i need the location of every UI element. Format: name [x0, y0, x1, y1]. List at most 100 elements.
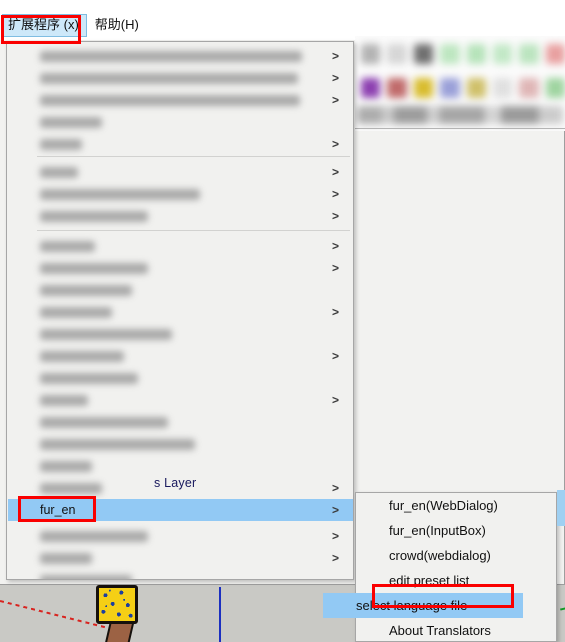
toolbar-icon[interactable]: [361, 78, 381, 98]
menu-item-label-redacted: [40, 531, 148, 542]
menu-item[interactable]: >: [8, 45, 353, 67]
menu-item-label-redacted: [40, 51, 302, 62]
chevron-right-icon: >: [331, 529, 339, 543]
chevron-right-icon: >: [331, 137, 339, 151]
menu-item-label-redacted: [40, 139, 82, 150]
menu-item[interactable]: >: [8, 161, 353, 183]
menu-item[interactable]: >: [8, 477, 353, 499]
menu-item-label-redacted: [40, 263, 148, 274]
menu-item[interactable]: >: [8, 525, 353, 547]
toolbar-row-2[interactable]: [355, 74, 565, 102]
menu-item-label-redacted: [40, 373, 138, 384]
menubar-item-extensions[interactable]: 扩展程序 (x): [2, 14, 87, 37]
chevron-right-icon: >: [331, 209, 339, 223]
extensions-dropdown-menu[interactable]: s Layer > > > > > > > > > > > > > fur_en > > >: [6, 41, 354, 580]
toolbar-icon[interactable]: [387, 44, 407, 64]
menu-item-label-redacted: [40, 307, 112, 318]
toolbar-strip[interactable]: [355, 36, 565, 131]
chevron-right-icon: >: [331, 165, 339, 179]
toolbar-separator: [355, 128, 565, 129]
menu-separator: [37, 230, 350, 231]
menu-item-label-redacted: [40, 553, 92, 564]
submenu-item-label: fur_en(InputBox): [389, 523, 486, 538]
menu-item[interactable]: >: [8, 345, 353, 367]
toolbar-icon[interactable]: [440, 44, 460, 64]
menu-item-label-redacted: [40, 329, 172, 340]
menu-item[interactable]: >: [8, 235, 353, 257]
chevron-right-icon: >: [331, 239, 339, 253]
toolbar-icon[interactable]: [413, 78, 434, 98]
toolbar-icon[interactable]: [492, 44, 513, 64]
menu-item[interactable]: [8, 279, 353, 301]
menu-item[interactable]: [8, 367, 353, 389]
toolbar-icon[interactable]: [387, 78, 407, 98]
menu-item-label-redacted: [40, 73, 298, 84]
menu-item-label-redacted: [40, 395, 88, 406]
toolbar-icon[interactable]: [545, 44, 565, 64]
toolbar-row-1[interactable]: [355, 40, 565, 68]
axis-blue-line: [219, 587, 221, 642]
menu-item[interactable]: >: [8, 133, 353, 155]
menu-item-label-redacted: [40, 439, 195, 450]
menu-item[interactable]: >: [8, 205, 353, 227]
chevron-right-icon: >: [331, 93, 339, 107]
toolbar-icon[interactable]: [466, 44, 486, 64]
menu-item-label-redacted: [40, 189, 200, 200]
screen: 扩展程序 (x) 帮助(H) s Layer > > > > > > > > > > > > > fur_…: [0, 0, 565, 642]
menu-item[interactable]: [8, 455, 353, 477]
submenu-item-label: About Translators: [389, 623, 491, 638]
menu-item-label-redacted: [40, 117, 102, 128]
submenu-item-fur-en-inputbox[interactable]: fur_en(InputBox): [356, 518, 556, 543]
menu-item-label-redacted: [40, 351, 124, 362]
chevron-right-icon: >: [331, 305, 339, 319]
menu-item-label-redacted: [40, 461, 92, 472]
submenu-item-label: select language file: [356, 598, 468, 613]
viewport-scrollbar-thumb[interactable]: [557, 490, 565, 526]
menu-item[interactable]: [8, 569, 353, 579]
menubar-item-help[interactable]: 帮助(H): [89, 14, 147, 37]
submenu-item-crowd-webdialog[interactable]: crowd(webdialog): [356, 543, 556, 568]
chevron-right-icon: >: [331, 393, 339, 407]
chevron-right-icon: >: [331, 49, 339, 63]
menu-item-fur_en[interactable]: fur_en >: [8, 499, 353, 521]
model-figure-shorts: [96, 585, 138, 624]
chevron-right-icon: >: [331, 71, 339, 85]
submenu-item-label: fur_en(WebDialog): [389, 498, 498, 513]
chevron-right-icon: >: [331, 503, 339, 517]
menu-separator: [37, 156, 350, 157]
submenu-item-fur-en-webdialog[interactable]: fur_en(WebDialog): [356, 493, 556, 518]
menu-item-label-redacted: [40, 417, 168, 428]
menu-item[interactable]: [8, 411, 353, 433]
menu-item[interactable]: >: [8, 547, 353, 569]
toolbar-icon[interactable]: [466, 78, 486, 98]
toolbar-icon[interactable]: [361, 44, 381, 64]
submenu-item-label: crowd(webdialog): [389, 548, 491, 563]
toolbar-icon[interactable]: [492, 78, 513, 98]
menu-item[interactable]: >: [8, 67, 353, 89]
menu-item-label: fur_en: [40, 503, 76, 517]
menu-item-label-redacted: [40, 211, 148, 222]
submenu-item-about-translators[interactable]: About Translators: [356, 618, 556, 642]
fur-en-submenu[interactable]: fur_en(WebDialog) fur_en(InputBox) crowd(w…: [323, 492, 557, 642]
menu-item[interactable]: >: [8, 301, 353, 323]
toolbar-icon[interactable]: [545, 78, 565, 98]
submenu-item-edit-preset-list[interactable]: edit preset list: [356, 568, 556, 593]
menu-item[interactable]: [8, 323, 353, 345]
toolbar-icon[interactable]: [440, 78, 460, 98]
menu-item[interactable]: [8, 111, 353, 133]
menu-item[interactable]: >: [8, 89, 353, 111]
toolbar-icon[interactable]: [413, 44, 434, 64]
chevron-right-icon: >: [331, 349, 339, 363]
menu-item-label-redacted: [40, 575, 132, 579]
menu-item[interactable]: >: [8, 257, 353, 279]
chevron-right-icon: >: [331, 261, 339, 275]
menu-item[interactable]: >: [8, 183, 353, 205]
menu-item-label-redacted: [40, 241, 95, 252]
menu-bar: 扩展程序 (x) 帮助(H): [0, 0, 565, 40]
toolbar-icon[interactable]: [519, 44, 539, 64]
toolbar-icon[interactable]: [519, 78, 539, 98]
menu-item[interactable]: [8, 433, 353, 455]
menu-item[interactable]: >: [8, 389, 353, 411]
submenu-item-select-language-file[interactable]: select language file: [323, 593, 523, 618]
submenu-item-label: edit preset list: [389, 573, 470, 588]
